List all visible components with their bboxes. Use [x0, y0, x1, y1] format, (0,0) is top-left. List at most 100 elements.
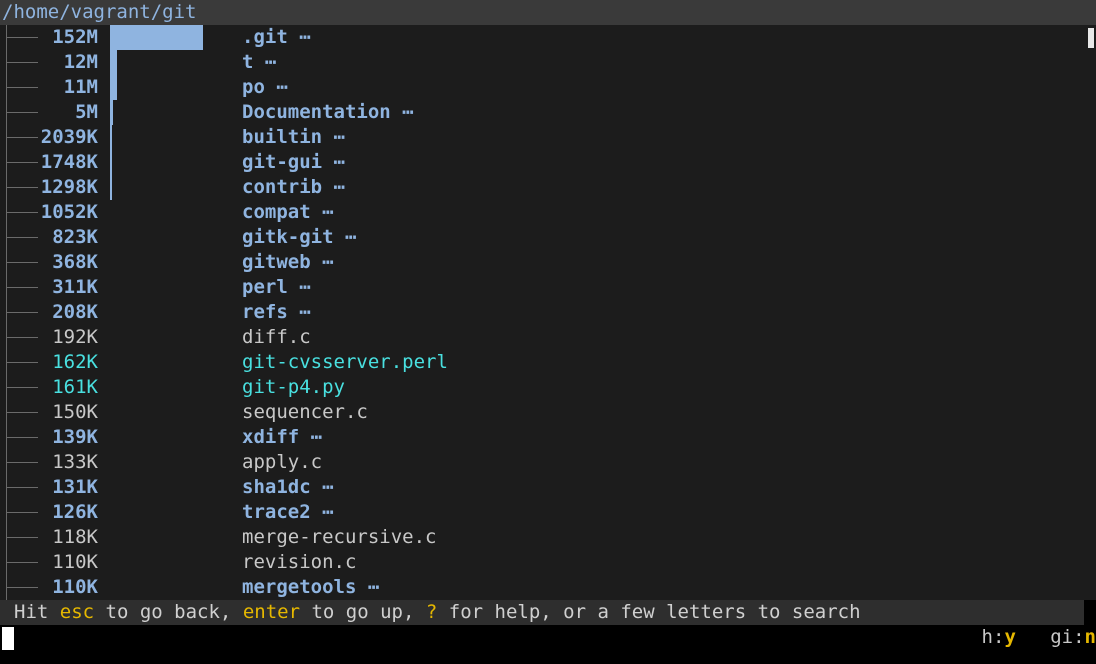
size-bar: [110, 25, 203, 50]
tree-row[interactable]: 11M po ⋯: [0, 75, 1080, 100]
tree-row[interactable]: 162K git-cvsserver.perl: [0, 350, 1080, 375]
tree-branch-line: [6, 37, 38, 38]
tree-branch-line: [6, 287, 38, 288]
entry-size: 12M: [63, 51, 98, 73]
tree-branch-line: [6, 312, 38, 313]
command-input[interactable]: [0, 625, 1096, 664]
tree-row[interactable]: 133K apply.c: [0, 450, 1080, 475]
tree-branch-line: [6, 62, 38, 63]
gitignore-flag-label: gi:: [1050, 626, 1085, 648]
size-bar: [110, 50, 117, 75]
tree-branch-line: [6, 512, 38, 513]
hidden-flag-label: h:: [981, 626, 1005, 648]
tree-row[interactable]: 150K sequencer.c: [0, 400, 1080, 425]
tree-row[interactable]: 5M Documentation ⋯: [0, 100, 1080, 125]
entry-size: 150K: [52, 401, 98, 423]
tree-branch-line: [6, 112, 38, 113]
file-name: merge-recursive.c: [242, 526, 437, 548]
file-name: apply.c: [242, 451, 323, 473]
input-cursor: [2, 627, 14, 650]
entry-size: 110K: [52, 576, 98, 598]
entry-size: 161K: [52, 376, 98, 398]
tree-branch-line: [6, 362, 38, 363]
folder-name: po ⋯: [242, 76, 288, 98]
folder-name: trace2 ⋯: [242, 501, 334, 523]
size-bar: [110, 125, 112, 150]
folder-name: gitk-git ⋯: [242, 226, 357, 248]
folder-name: gitweb ⋯: [242, 251, 334, 273]
size-bar: [110, 100, 113, 125]
help-text-part: Hit: [14, 601, 60, 623]
tree-row[interactable]: 1052K compat ⋯: [0, 200, 1080, 225]
esc-key-hint: esc: [59, 601, 95, 623]
tree-row[interactable]: 192K diff.c: [0, 325, 1080, 350]
tree-branch-line: [6, 562, 38, 563]
tree-branch-line: [6, 237, 38, 238]
tree-branch-line: [6, 262, 38, 263]
file-name: sequencer.c: [242, 401, 368, 423]
entry-size: 1748K: [40, 151, 98, 173]
entry-size: 208K: [52, 301, 98, 323]
tree-row[interactable]: 152M .git ⋯: [0, 25, 1080, 50]
tree-row[interactable]: 139K xdiff ⋯: [0, 425, 1080, 450]
entry-size: 162K: [52, 351, 98, 373]
entry-size: 1052K: [40, 201, 98, 223]
tree-branch-line: [6, 487, 38, 488]
tree-row[interactable]: 2039K builtin ⋯: [0, 125, 1080, 150]
entry-size: 131K: [52, 476, 98, 498]
tree-row[interactable]: 1298K contrib ⋯: [0, 175, 1080, 200]
size-bar: [110, 175, 112, 200]
entry-size: 192K: [52, 326, 98, 348]
flags-indicator: h:y gi:n: [982, 625, 1096, 650]
tree-branch-line: [6, 337, 38, 338]
size-bar: [110, 150, 112, 175]
folder-name: builtin ⋯: [242, 126, 345, 148]
entry-size: 133K: [52, 451, 98, 473]
tree-row[interactable]: 12M t ⋯: [0, 50, 1080, 75]
folder-name: xdiff ⋯: [242, 426, 323, 448]
tree-branch-line: [6, 212, 38, 213]
status-bar: Hit esc to go back, enter to go up, ? fo…: [0, 600, 1084, 625]
path-header: /home/vagrant/git: [0, 0, 1096, 25]
entry-size: 110K: [52, 551, 98, 573]
tree-branch-line: [6, 412, 38, 413]
folder-name: t ⋯: [242, 51, 277, 73]
file-name: git-p4.py: [242, 376, 345, 398]
folder-name: .git ⋯: [242, 26, 311, 48]
tree-row[interactable]: 1748K git-gui ⋯: [0, 150, 1080, 175]
tree-row[interactable]: 110K revision.c: [0, 550, 1080, 575]
tree-row[interactable]: 311K perl ⋯: [0, 275, 1080, 300]
folder-name: git-gui ⋯: [242, 151, 345, 173]
tree-row[interactable]: 118K merge-recursive.c: [0, 525, 1080, 550]
tree-row[interactable]: 208K refs ⋯: [0, 300, 1080, 325]
entry-size: 139K: [52, 426, 98, 448]
size-bar: [110, 75, 117, 100]
tree-row[interactable]: 131K sha1dc ⋯: [0, 475, 1080, 500]
tree-row[interactable]: 126K trace2 ⋯: [0, 500, 1080, 525]
file-name: diff.c: [242, 326, 311, 348]
entry-size: 126K: [52, 501, 98, 523]
tree-branch-line: [6, 462, 38, 463]
entry-size: 11M: [63, 76, 98, 98]
folder-name: sha1dc ⋯: [242, 476, 334, 498]
tree-row[interactable]: 110K mergetools ⋯: [0, 575, 1080, 600]
tree-row[interactable]: 368K gitweb ⋯: [0, 250, 1080, 275]
folder-name: refs ⋯: [242, 301, 311, 323]
help-text-part: for help, or a few letters to search: [437, 601, 861, 623]
scrollbar-thumb[interactable]: [1088, 28, 1094, 48]
entry-size: 823K: [52, 226, 98, 248]
help-text-part: to go back,: [94, 601, 243, 623]
entry-size: 311K: [52, 276, 98, 298]
tree-branch-line: [6, 387, 38, 388]
tree-branch-line: [6, 187, 38, 188]
scrollbar[interactable]: [1084, 25, 1096, 600]
tree-branch-line: [6, 137, 38, 138]
folder-name: contrib ⋯: [242, 176, 345, 198]
folder-name: Documentation ⋯: [242, 101, 414, 123]
file-name: git-cvsserver.perl: [242, 351, 448, 373]
folder-name: mergetools ⋯: [242, 576, 380, 598]
help-text: Hit esc to go back, enter to go up, ? fo…: [14, 600, 861, 625]
tree-branch-line: [6, 437, 38, 438]
tree-row[interactable]: 161K git-p4.py: [0, 375, 1080, 400]
tree-row[interactable]: 823K gitk-git ⋯: [0, 225, 1080, 250]
